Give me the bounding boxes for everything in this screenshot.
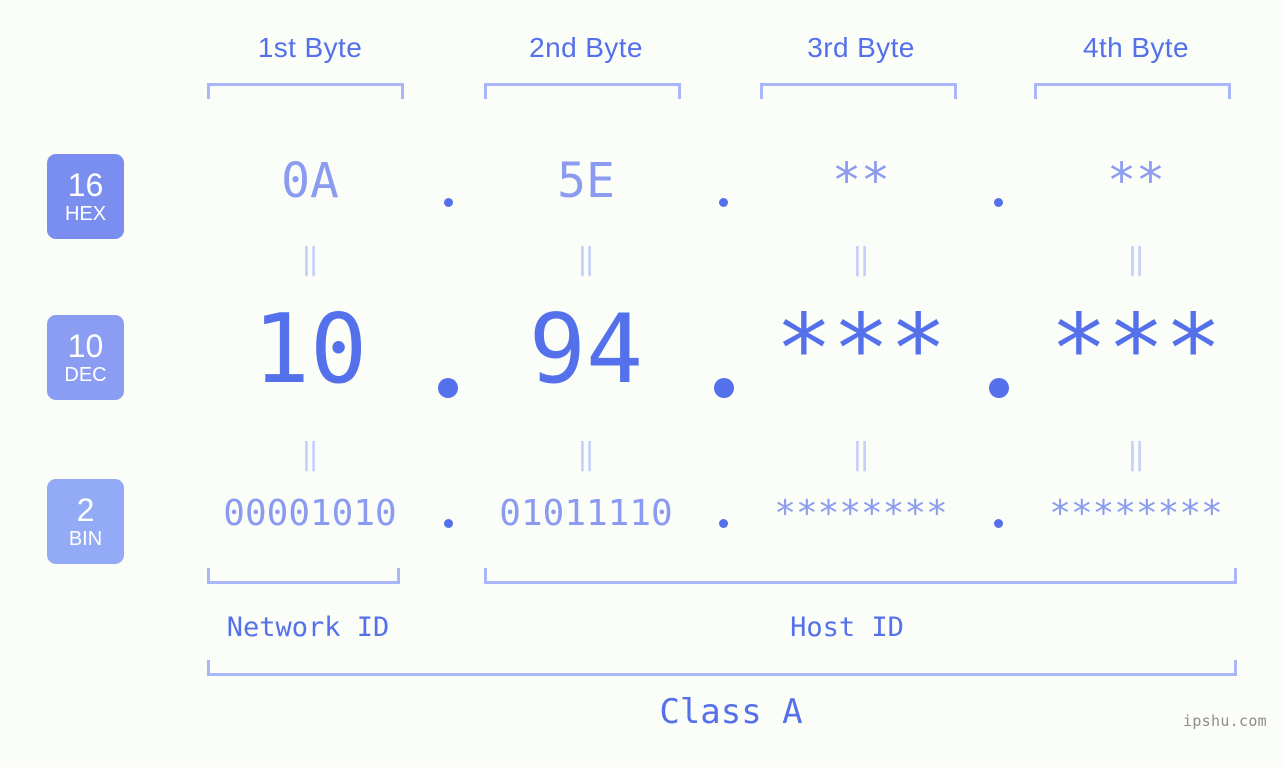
byte-bracket-1 xyxy=(207,83,404,99)
base-badge-hex-number: 16 xyxy=(67,166,104,203)
network-id-label: Network ID xyxy=(226,612,390,643)
byte-bracket-3 xyxy=(760,83,957,99)
equality-mark-dec-bin-1: ‖ xyxy=(301,437,320,472)
hex-dot-separator-3 xyxy=(994,198,1003,207)
equality-mark-dec-bin-3: ‖ xyxy=(852,437,871,472)
binary-dot-separator-3 xyxy=(994,519,1003,528)
base-badge-dec-label: DEC xyxy=(64,363,107,386)
hex-dot-separator-1 xyxy=(443,198,453,207)
base-badge-bin-number: 2 xyxy=(76,491,95,528)
base-badge-hex: 16 HEX xyxy=(47,154,124,239)
base-badge-bin-label: BIN xyxy=(68,527,103,550)
decimal-dot-separator-1 xyxy=(438,378,458,398)
hex-byte-3-value: ** xyxy=(832,153,890,209)
class-bracket xyxy=(207,660,1237,676)
base-badge-dec-number: 10 xyxy=(67,327,104,364)
decimal-dot-separator-2 xyxy=(713,378,734,398)
equality-mark-hex-dec-2: ‖ xyxy=(577,242,596,277)
network-id-bracket xyxy=(207,568,400,584)
decimal-dot-separator-3 xyxy=(988,378,1009,398)
hex-byte-4-value: ** xyxy=(1107,153,1165,209)
hex-byte-2-value: 5E xyxy=(557,153,615,209)
equality-mark-hex-dec-3: ‖ xyxy=(852,242,871,277)
host-id-label: Host ID xyxy=(790,612,904,643)
byte-header-3: 3rd Byte xyxy=(807,32,915,63)
byte-header-2: 2nd Byte xyxy=(529,32,643,63)
decimal-byte-1-value: 10 xyxy=(252,295,368,405)
equality-mark-dec-bin-2: ‖ xyxy=(577,437,596,472)
site-watermark: ipshu.com xyxy=(1183,712,1267,730)
binary-byte-4-value: ******** xyxy=(1049,493,1223,534)
decimal-byte-2-value: 94 xyxy=(528,295,644,405)
binary-dot-separator-1 xyxy=(443,519,453,528)
hex-dot-separator-2 xyxy=(719,198,728,207)
binary-byte-2-value: 01011110 xyxy=(499,493,673,534)
binary-byte-3-value: ******** xyxy=(774,493,948,534)
ip-address-breakdown-diagram: 1st Byte 2nd Byte 3rd Byte 4th Byte 16 H… xyxy=(0,0,1285,767)
host-id-bracket xyxy=(484,568,1237,584)
equality-mark-hex-dec-4: ‖ xyxy=(1127,242,1146,277)
equality-mark-hex-dec-1: ‖ xyxy=(301,242,320,277)
decimal-byte-3-value: *** xyxy=(775,295,947,405)
base-badge-hex-label: HEX xyxy=(64,202,107,225)
byte-header-4: 4th Byte xyxy=(1083,32,1189,63)
binary-dot-separator-2 xyxy=(719,519,728,528)
ip-class-label: Class A xyxy=(659,692,803,732)
binary-byte-1-value: 00001010 xyxy=(223,493,397,534)
byte-bracket-4 xyxy=(1034,83,1231,99)
hex-byte-1-value: 0A xyxy=(281,153,339,209)
base-badge-bin: 2 BIN xyxy=(47,479,124,564)
base-badge-dec: 10 DEC xyxy=(47,315,124,400)
equality-mark-dec-bin-4: ‖ xyxy=(1127,437,1146,472)
decimal-byte-4-value: *** xyxy=(1050,295,1222,405)
byte-header-1: 1st Byte xyxy=(257,32,363,63)
byte-bracket-2 xyxy=(484,83,681,99)
